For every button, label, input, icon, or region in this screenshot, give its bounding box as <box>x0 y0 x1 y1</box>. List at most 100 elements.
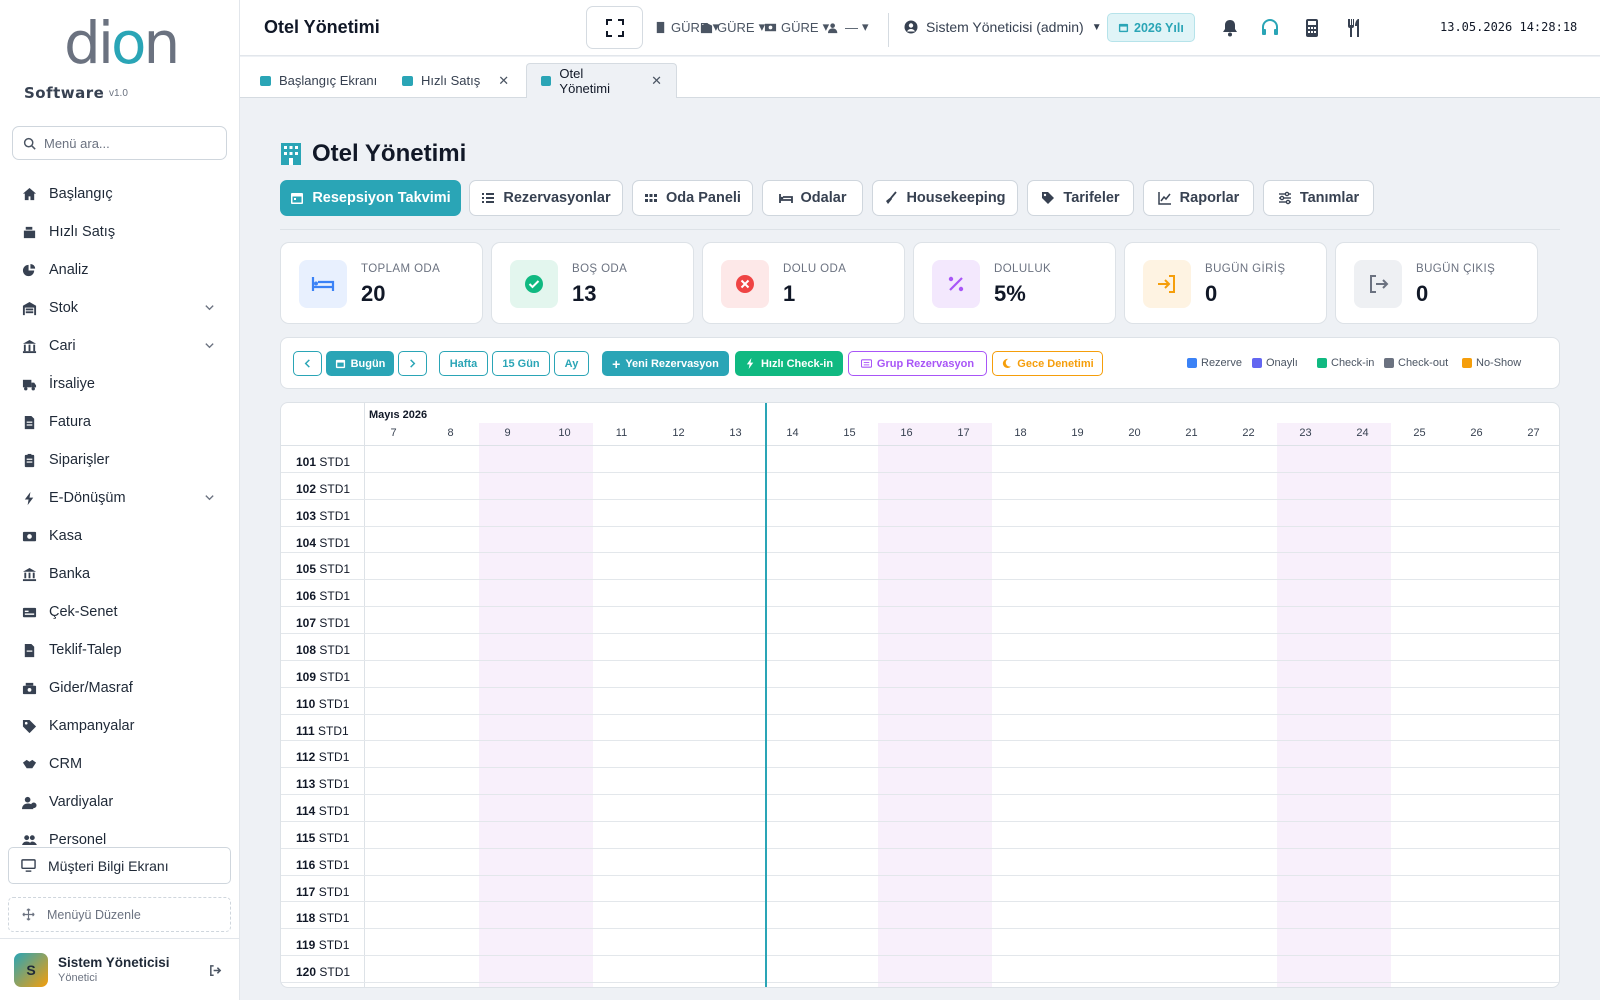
reservation-calendar: Mayıs 2026 7 8 9 10 11 12 13 14 15 16 17 18 19 20 21 22… <box>280 402 1560 988</box>
room-number: 107 <box>296 616 317 631</box>
sidebar-item-vardiyalar[interactable]: Vardiyalar <box>0 783 239 821</box>
room-label[interactable]: 104 STD1 <box>296 536 350 550</box>
room-label[interactable]: 111 STD1 <box>296 724 349 738</box>
nav-label: Resepsiyon Takvimi <box>312 190 451 206</box>
room-type: STD1 <box>319 455 351 469</box>
sidebar-item-cari[interactable]: Cari <box>0 327 239 365</box>
chevron-down-icon[interactable] <box>204 492 215 503</box>
sidebar-item-crm[interactable]: CRM <box>0 745 239 783</box>
sidebar-item-ba-lang-[interactable]: Başlangıç <box>0 175 239 213</box>
nav-reception-calendar[interactable]: Resepsiyon Takvimi <box>280 180 461 216</box>
nav-reports[interactable]: Raporlar <box>1143 180 1254 216</box>
user-panel[interactable]: S Sistem Yöneticisi Yönetici <box>0 938 239 1000</box>
warehouse-select[interactable]: GÜRE ▾ <box>700 19 765 35</box>
nav-definitions[interactable]: Tanımlar <box>1263 180 1374 216</box>
room-label[interactable]: 117 STD1 <box>296 885 349 899</box>
page-title: Otel Yönetimi <box>280 140 466 168</box>
sidebar-item-sipari-ler[interactable]: Siparişler <box>0 441 239 479</box>
sidebar-item-fatura[interactable]: Fatura <box>0 403 239 441</box>
sidebar-item--ek-senet[interactable]: Çek-Senet <box>0 593 239 631</box>
register-select[interactable]: GÜRE ▾ <box>764 19 829 35</box>
15day-view-button[interactable]: 15 Gün <box>492 351 550 376</box>
new-reservation-button[interactable]: + Yeni Rezervasyon <box>602 351 729 376</box>
menu-edit-button[interactable]: Menüyü Düzenle <box>8 897 231 932</box>
room-label[interactable]: 103 STD1 <box>296 509 350 523</box>
prev-button[interactable] <box>293 351 322 376</box>
expand-icon <box>605 18 624 37</box>
calculator-icon[interactable] <box>1302 18 1322 38</box>
room-label[interactable]: 115 STD1 <box>296 831 349 845</box>
sidebar-item-analiz[interactable]: Analiz <box>0 251 239 289</box>
clipboard-icon <box>22 453 37 468</box>
menu-search-input[interactable]: Menü ara... <box>12 126 227 160</box>
nav-housekeeping[interactable]: Housekeeping <box>872 180 1018 216</box>
legend-item: Check-out <box>1384 357 1448 369</box>
room-label[interactable]: 116 STD1 <box>296 858 349 872</box>
sidebar-item-h-zl-sat-[interactable]: Hızlı Satış <box>0 213 239 251</box>
nav-label: Tanımlar <box>1299 190 1360 206</box>
sidebar-item-e-d-n-m[interactable]: E-Dönüşüm <box>0 479 239 517</box>
tab-quick-sale[interactable]: Hızlı Satış ✕ <box>388 63 523 98</box>
bell-icon[interactable] <box>1220 18 1240 38</box>
room-label[interactable]: 108 STD1 <box>296 643 350 657</box>
user-menu[interactable]: Sistem Yöneticisi (admin) ▼ <box>904 19 1102 35</box>
room-label[interactable]: 102 STD1 <box>296 482 350 496</box>
sidebar-item-kampanyalar[interactable]: Kampanyalar <box>0 707 239 745</box>
logout-icon[interactable] <box>208 963 223 978</box>
room-label[interactable]: 114 STD1 <box>296 804 349 818</box>
room-label[interactable]: 119 STD1 <box>296 938 349 952</box>
room-label[interactable]: 101 STD1 <box>296 455 350 469</box>
sidebar-item-teklif-talep[interactable]: Teklif-Talep <box>0 631 239 669</box>
room-label[interactable]: 110 STD1 <box>296 697 349 711</box>
sidebar-item-banka[interactable]: Banka <box>0 555 239 593</box>
room-label[interactable]: 107 STD1 <box>296 616 350 630</box>
day-label: 15 <box>843 427 856 439</box>
nav-room-panel[interactable]: Oda Paneli <box>632 180 753 216</box>
today-button[interactable]: Bugün <box>326 351 394 376</box>
room-label[interactable]: 118 STD1 <box>296 911 349 925</box>
sidebar-item-i-rsaliye[interactable]: İrsaliye <box>0 365 239 403</box>
percent-icon <box>932 260 980 308</box>
bolt-icon <box>22 491 37 506</box>
day-label: 20 <box>1128 427 1141 439</box>
quick-checkin-button[interactable]: Hızlı Check-in <box>735 351 843 376</box>
room-label[interactable]: 112 STD1 <box>296 750 349 764</box>
room-type: STD1 <box>319 535 351 550</box>
nav-rooms[interactable]: Odalar <box>762 180 863 216</box>
row-divider <box>281 579 1559 581</box>
customer-display-button[interactable]: Müşteri Bilgi Ekranı <box>8 847 231 884</box>
group-reservation-button[interactable]: Grup Rezervasyon <box>848 351 987 376</box>
nav-tariffs[interactable]: Tarifeler <box>1027 180 1134 216</box>
row-divider <box>281 901 1559 903</box>
staff-select[interactable]: — ▾ <box>828 19 869 35</box>
fiscal-year-badge[interactable]: 2026 Yılı <box>1107 13 1195 42</box>
close-icon[interactable]: ✕ <box>651 73 662 89</box>
tab-home[interactable]: Başlangıç Ekranı <box>246 63 391 98</box>
headset-icon[interactable] <box>1260 18 1280 38</box>
close-icon[interactable]: ✕ <box>498 73 509 89</box>
sidebar-item-personel[interactable]: Personel <box>0 821 239 845</box>
room-label[interactable]: 113 STD1 <box>296 777 349 791</box>
room-number: 105 <box>296 562 317 577</box>
week-view-button[interactable]: Hafta <box>439 351 488 376</box>
chevron-down-icon[interactable] <box>204 302 215 313</box>
room-label[interactable]: 106 STD1 <box>296 589 350 603</box>
fullscreen-button[interactable] <box>586 6 643 49</box>
room-label[interactable]: 120 STD1 <box>296 965 350 979</box>
utensils-icon[interactable] <box>1344 18 1364 38</box>
room-label[interactable]: 105 STD1 <box>296 562 350 576</box>
room-label[interactable]: 109 STD1 <box>296 670 350 684</box>
brand-logo[interactable]: dion Software v1.0 <box>0 0 239 116</box>
sidebar-item-kasa[interactable]: Kasa <box>0 517 239 555</box>
move-icon <box>22 908 35 921</box>
tab-hotel-management[interactable]: Otel Yönetimi ✕ <box>526 63 677 98</box>
month-view-button[interactable]: Ay <box>554 351 589 376</box>
night-audit-button[interactable]: Gece Denetimi <box>992 351 1103 376</box>
next-button[interactable] <box>398 351 427 376</box>
sidebar-item-label: Banka <box>49 566 91 582</box>
nav-reservations[interactable]: Rezervasyonlar <box>469 180 623 216</box>
chevron-down-icon[interactable] <box>204 340 215 351</box>
sidebar-item-gider-masraf[interactable]: Gider/Masraf <box>0 669 239 707</box>
stat-value: 1 <box>783 281 796 306</box>
sidebar-item-stok[interactable]: Stok <box>0 289 239 327</box>
